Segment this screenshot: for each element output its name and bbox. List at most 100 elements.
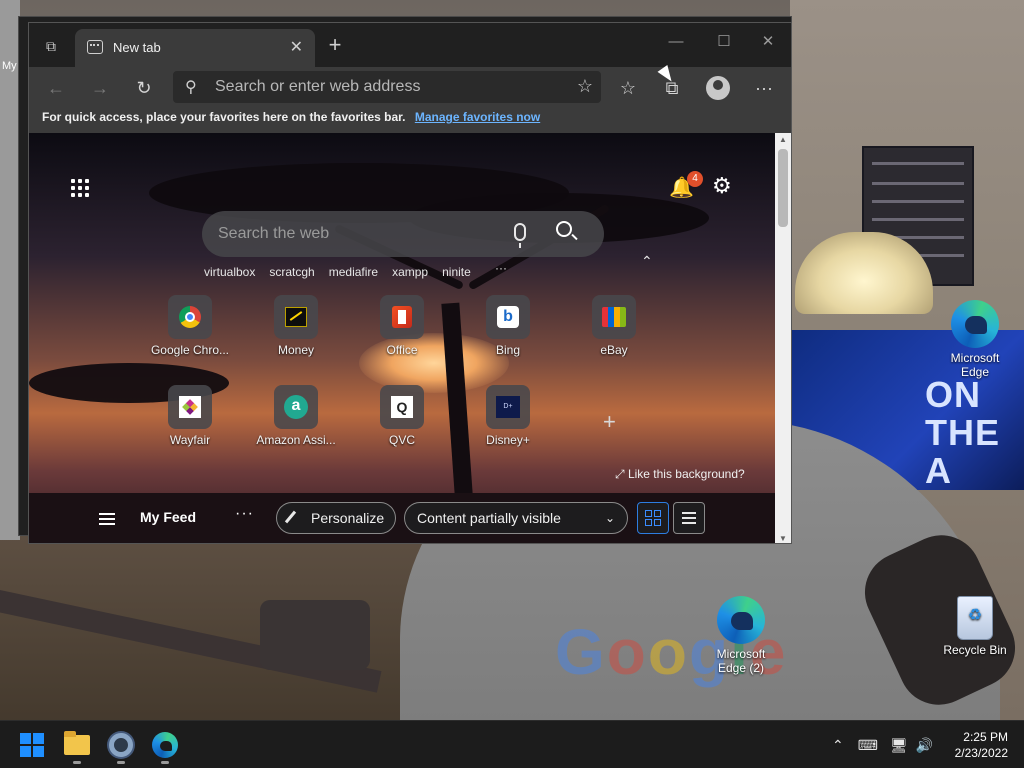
amazon-icon: a xyxy=(284,395,308,419)
close-window-button[interactable]: ✕ xyxy=(745,29,791,53)
shirt-logo-letter: o xyxy=(606,616,648,688)
page-settings-gear-icon[interactable]: ⚙ xyxy=(712,173,732,199)
page-scrollbar[interactable]: ▲ ▼ xyxy=(775,133,791,543)
taskbar-settings[interactable] xyxy=(105,729,137,764)
quick-link[interactable]: scratcgh xyxy=(269,265,314,279)
quick-link[interactable]: ninite xyxy=(442,265,471,279)
tile-wayfair[interactable]: Wayfair xyxy=(145,385,235,447)
office-icon xyxy=(392,306,412,328)
web-search-box xyxy=(202,211,604,257)
favorites-bar: For quick access, place your favorites h… xyxy=(29,109,791,133)
quick-links-more-button[interactable]: ··· xyxy=(495,261,507,275)
new-tab-icon xyxy=(87,40,103,54)
grid-view-icon xyxy=(645,510,661,526)
feed-bar: My Feed ··· Personalize Content partiall… xyxy=(29,493,775,543)
bing-icon: b xyxy=(497,306,519,328)
background-window-edge xyxy=(0,0,20,540)
manage-favorites-link[interactable]: Manage favorites now xyxy=(415,110,540,124)
tile-label: QVC xyxy=(388,433,415,447)
tile-icon-box: Q xyxy=(380,385,424,429)
desktop-icon-edge[interactable]: Microsoft Edge xyxy=(940,300,1010,379)
running-indicator xyxy=(161,761,169,764)
clock[interactable]: 2:25 PM 2/23/2022 xyxy=(955,729,1008,761)
apps-launcher-button[interactable] xyxy=(71,179,89,197)
collapse-chevron-icon[interactable]: ⌃ xyxy=(641,253,653,270)
desktop-icon-recycle-bin[interactable]: ♻ Recycle Bin xyxy=(940,596,1010,657)
tile-qvc[interactable]: Q QVC xyxy=(357,385,447,447)
add-site-button[interactable]: + xyxy=(603,409,616,435)
tab-strip: ⧉ New tab ✕ + — ☐ ✕ xyxy=(29,23,791,67)
scroll-up-icon[interactable]: ▲ xyxy=(779,135,787,144)
grid-view-button[interactable] xyxy=(637,502,669,534)
clock-date: 2/23/2022 xyxy=(954,746,1008,760)
quick-link[interactable]: mediafire xyxy=(329,265,378,279)
tile-money[interactable]: Money xyxy=(251,295,341,357)
sign-line xyxy=(872,218,964,221)
my-feed-title[interactable]: My Feed xyxy=(140,509,196,525)
tab-title: New tab xyxy=(113,40,161,55)
tab-new-tab[interactable]: New tab ✕ xyxy=(75,29,315,67)
tile-disney-plus[interactable]: D+ Disney+ xyxy=(463,385,553,447)
profile-button[interactable] xyxy=(703,73,733,103)
content-visibility-dropdown[interactable]: Content partially visible ⌄ xyxy=(404,502,628,534)
close-tab-button[interactable]: ✕ xyxy=(290,37,303,57)
volume-icon[interactable]: 🔊 xyxy=(916,737,933,754)
tab-actions-button[interactable]: ⧉ xyxy=(37,35,65,57)
tile-amazon-assistant[interactable]: a Amazon Assi... xyxy=(251,385,341,447)
web-search-input[interactable] xyxy=(218,211,488,257)
refresh-button[interactable]: ↻ xyxy=(129,73,159,103)
tile-label: Disney+ xyxy=(486,433,530,447)
tile-icon-box xyxy=(380,295,424,339)
list-view-button[interactable] xyxy=(673,502,705,534)
network-icon[interactable]: 🖥 xyxy=(890,737,908,754)
edge-icon xyxy=(951,300,999,348)
address-input[interactable] xyxy=(215,71,555,103)
disney-icon: D+ xyxy=(496,396,520,418)
personalize-button[interactable]: Personalize xyxy=(276,502,396,534)
favorites-button[interactable]: ☆ xyxy=(613,73,643,103)
taskbar: ⌃ ⌨ 🖥 🔊 2:25 PM 2/23/2022 xyxy=(0,720,1024,768)
settings-and-more-button[interactable]: ··· xyxy=(749,73,779,103)
minimize-button[interactable]: — xyxy=(653,29,699,53)
background-screen-text: ON THE A xyxy=(925,374,1000,491)
quick-link[interactable]: xampp xyxy=(392,265,428,279)
tile-google-chrome[interactable]: Google Chro... xyxy=(145,295,235,357)
tile-bing[interactable]: b Bing xyxy=(463,295,553,357)
like-background-label: Like this background? xyxy=(627,467,745,481)
keyboard-icon[interactable]: ⌨ xyxy=(858,737,878,754)
back-button[interactable]: ← xyxy=(41,73,71,103)
desktop-icon-label: Microsoft Edge (2) xyxy=(716,647,766,675)
add-favorite-icon[interactable]: ☆ xyxy=(577,76,593,97)
scroll-down-icon[interactable]: ▼ xyxy=(779,534,787,543)
running-indicator xyxy=(73,761,81,764)
taskbar-file-explorer[interactable] xyxy=(61,729,93,764)
browser-toolbar: ← → ↻ ⚲ ☆ ☆ ⧉ ··· xyxy=(29,67,791,109)
edge-icon xyxy=(152,732,178,758)
taskbar-edge[interactable] xyxy=(149,729,181,764)
edge-browser-window: ⧉ New tab ✕ + — ☐ ✕ ← → ↻ ⚲ ☆ ☆ ⧉ ··· Fo… xyxy=(28,22,792,544)
quick-link[interactable]: virtualbox xyxy=(204,265,255,279)
search-icon[interactable] xyxy=(556,221,572,237)
tile-ebay[interactable]: eBay xyxy=(569,295,659,357)
tile-label: Bing xyxy=(495,343,521,357)
scrollbar-thumb[interactable] xyxy=(778,149,788,227)
microphone-icon[interactable] xyxy=(514,223,526,248)
desktop-icon-label: Recycle Bin xyxy=(943,643,1007,657)
tile-office[interactable]: Office xyxy=(357,295,447,357)
new-tab-button[interactable]: + xyxy=(321,31,349,59)
expand-icon: ⤢ xyxy=(615,467,625,481)
start-button[interactable] xyxy=(16,729,48,761)
menu-icon[interactable] xyxy=(99,513,115,525)
feed-more-button[interactable]: ··· xyxy=(235,505,254,523)
desktop-icon-edge-2[interactable]: Microsoft Edge (2) xyxy=(706,596,776,675)
forward-button[interactable]: → xyxy=(85,73,115,103)
tile-icon-box xyxy=(168,295,212,339)
like-background-button[interactable]: ⤢ Like this background? xyxy=(615,467,745,482)
pencil-icon xyxy=(284,510,297,524)
show-hidden-icons-chevron[interactable]: ⌃ xyxy=(832,737,844,754)
maximize-button[interactable]: ☐ xyxy=(701,29,747,53)
desktop-icon-label: Microsoft Edge xyxy=(950,351,1000,379)
shirt-logo-letter: G xyxy=(555,616,607,688)
chevron-down-icon: ⌄ xyxy=(604,511,615,525)
sign-line xyxy=(872,162,964,165)
